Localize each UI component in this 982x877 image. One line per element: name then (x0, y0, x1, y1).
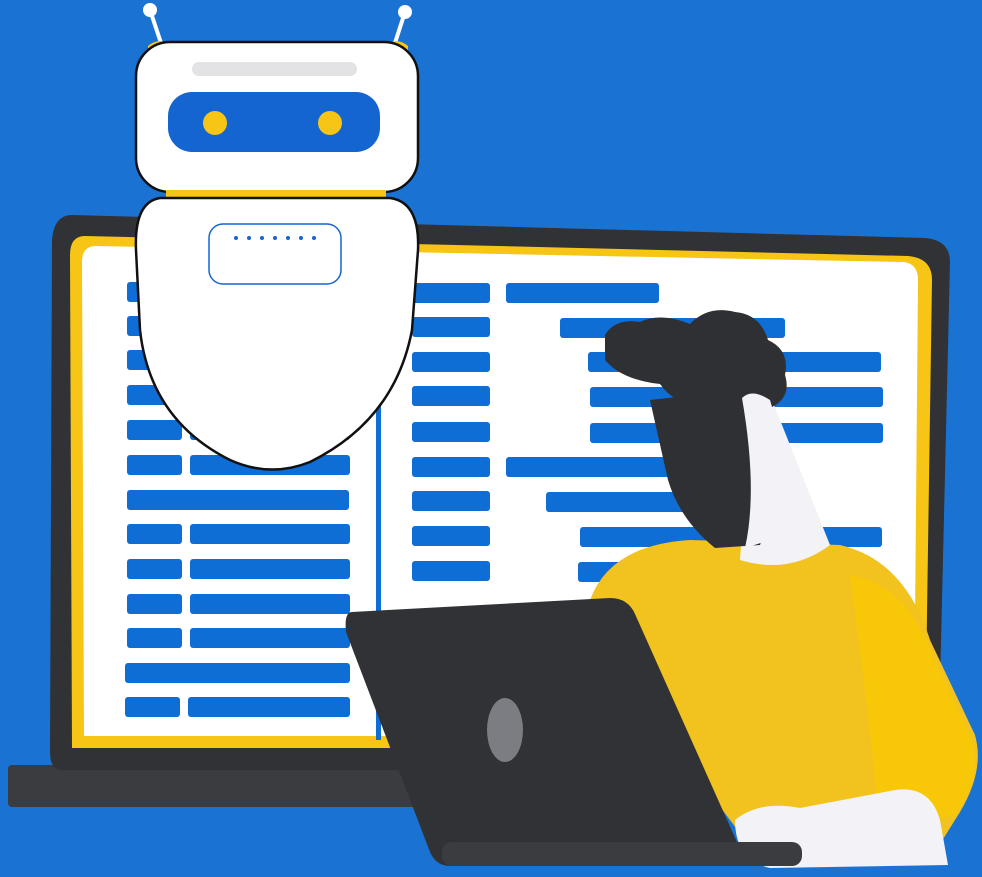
laptop-base (442, 842, 802, 866)
code-line (412, 491, 490, 511)
code-line (127, 455, 182, 475)
chest-dot (312, 236, 316, 240)
code-line (412, 352, 490, 372)
head-top-stripe (192, 62, 357, 76)
code-line (127, 628, 182, 648)
illustration-svg (0, 0, 982, 877)
robot-eye-left (203, 111, 227, 135)
chest-dot (286, 236, 290, 240)
code-line (412, 317, 490, 337)
code-line (127, 524, 182, 544)
chest-dot (260, 236, 264, 240)
chest-dot (247, 236, 251, 240)
code-line (127, 559, 182, 579)
code-line (546, 492, 686, 512)
code-line (188, 697, 350, 717)
code-line (412, 422, 490, 442)
code-line (125, 697, 180, 717)
code-line (412, 283, 490, 303)
code-line (412, 561, 490, 581)
code-line (127, 420, 182, 440)
antenna-right-tip (398, 5, 412, 19)
code-line (412, 457, 490, 477)
robot-chest-panel (208, 223, 342, 285)
chest-dot (273, 236, 277, 240)
code-line (190, 628, 350, 648)
chest-dot (299, 236, 303, 240)
robot-eye-right (318, 111, 342, 135)
illustration-scene (0, 0, 982, 877)
robot-icon (134, 3, 420, 471)
code-line (412, 526, 490, 546)
code-line (412, 386, 490, 406)
code-line (127, 490, 349, 510)
code-line (127, 594, 182, 614)
antenna-left-tip (143, 3, 157, 17)
code-line (190, 594, 350, 614)
chest-dot (234, 236, 238, 240)
laptop-logo (487, 698, 523, 762)
code-line (125, 663, 350, 683)
robot-visor (168, 92, 380, 152)
code-line (190, 524, 350, 544)
code-line (506, 283, 659, 303)
code-line (190, 559, 350, 579)
